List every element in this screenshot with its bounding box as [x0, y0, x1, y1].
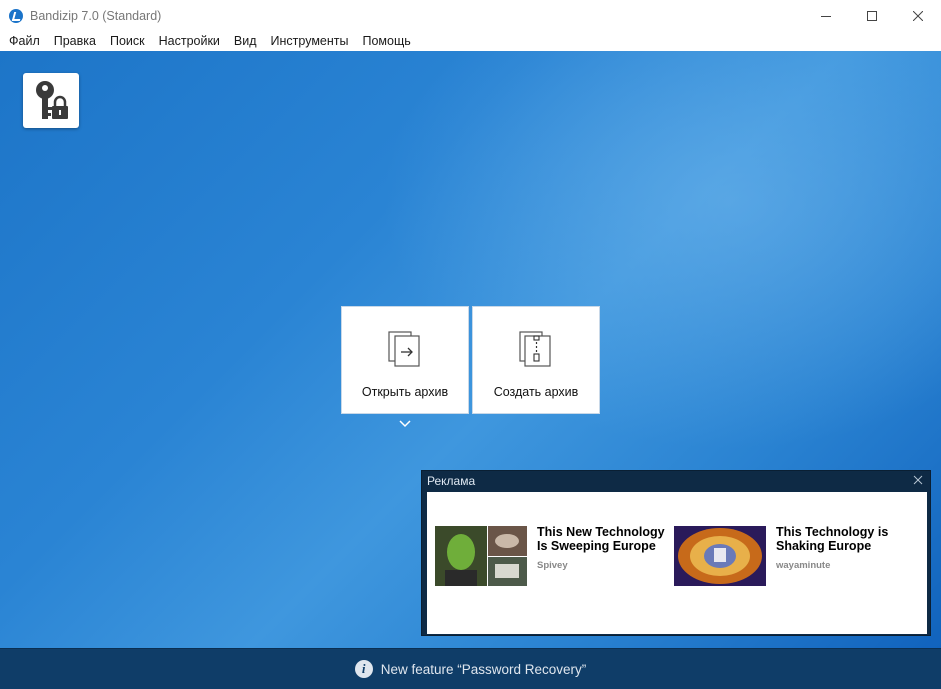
close-icon — [913, 10, 923, 21]
create-archive-icon — [519, 331, 553, 367]
password-manager-button[interactable] — [23, 73, 79, 128]
ad-source: Spivey — [537, 560, 568, 571]
ad-panel: Реклама This New Technology Is Sweeping — [421, 470, 931, 636]
ad-header: Реклама — [422, 471, 930, 491]
status-bar[interactable]: i New feature “Password Recovery” — [0, 648, 941, 689]
key-lock-icon — [36, 80, 68, 119]
open-archive-icon — [388, 331, 422, 367]
menu-search[interactable]: Поиск — [103, 31, 152, 51]
menu-view[interactable]: Вид — [227, 31, 264, 51]
ad-card[interactable]: This Technology is Shaking Europe wayami… — [674, 525, 916, 586]
menu-tools[interactable]: Инструменты — [264, 31, 356, 51]
minimize-button[interactable] — [803, 0, 849, 31]
ad-content: This New Technology Is Sweeping Europe S… — [427, 492, 927, 634]
close-icon[interactable] — [912, 474, 924, 486]
info-icon: i — [354, 660, 373, 678]
title-bar: Bandizip 7.0 (Standard) — [0, 0, 941, 31]
create-archive-button[interactable]: Создать архив — [472, 306, 600, 414]
open-archive-button[interactable]: Открыть архив — [341, 306, 469, 414]
maximize-icon — [867, 10, 877, 21]
minimize-icon — [821, 15, 831, 17]
menu-file[interactable]: Файл — [2, 31, 47, 51]
chevron-down-icon[interactable] — [398, 419, 412, 429]
ad-title[interactable]: This Technology is Shaking Europe — [776, 525, 916, 553]
ad-text: This Technology is Shaking Europe wayami… — [776, 525, 916, 586]
menu-settings[interactable]: Настройки — [152, 31, 227, 51]
bandizip-app-icon[interactable] — [9, 8, 23, 23]
ad-card[interactable]: This New Technology Is Sweeping Europe S… — [435, 525, 677, 586]
menu-bar: Файл Правка Поиск Настройки Вид Инструме… — [0, 31, 941, 51]
window-controls — [803, 0, 941, 31]
ad-thumbnail — [674, 526, 766, 586]
new-feature-notice[interactable]: New feature “Password Recovery” — [381, 662, 587, 677]
menu-edit[interactable]: Правка — [47, 31, 103, 51]
maximize-button[interactable] — [849, 0, 895, 31]
menu-help[interactable]: Помощь — [355, 31, 417, 51]
ad-source: wayaminute — [776, 560, 831, 571]
window-title: Bandizip 7.0 (Standard) — [30, 8, 162, 23]
close-button[interactable] — [895, 0, 941, 31]
create-archive-label: Создать архив — [493, 385, 579, 399]
ad-title[interactable]: This New Technology Is Sweeping Europe — [537, 525, 677, 553]
ad-thumbnail — [435, 526, 527, 586]
ad-text: This New Technology Is Sweeping Europe S… — [537, 525, 677, 586]
open-archive-label: Открыть архив — [361, 385, 449, 399]
ad-header-label: Реклама — [427, 474, 476, 488]
